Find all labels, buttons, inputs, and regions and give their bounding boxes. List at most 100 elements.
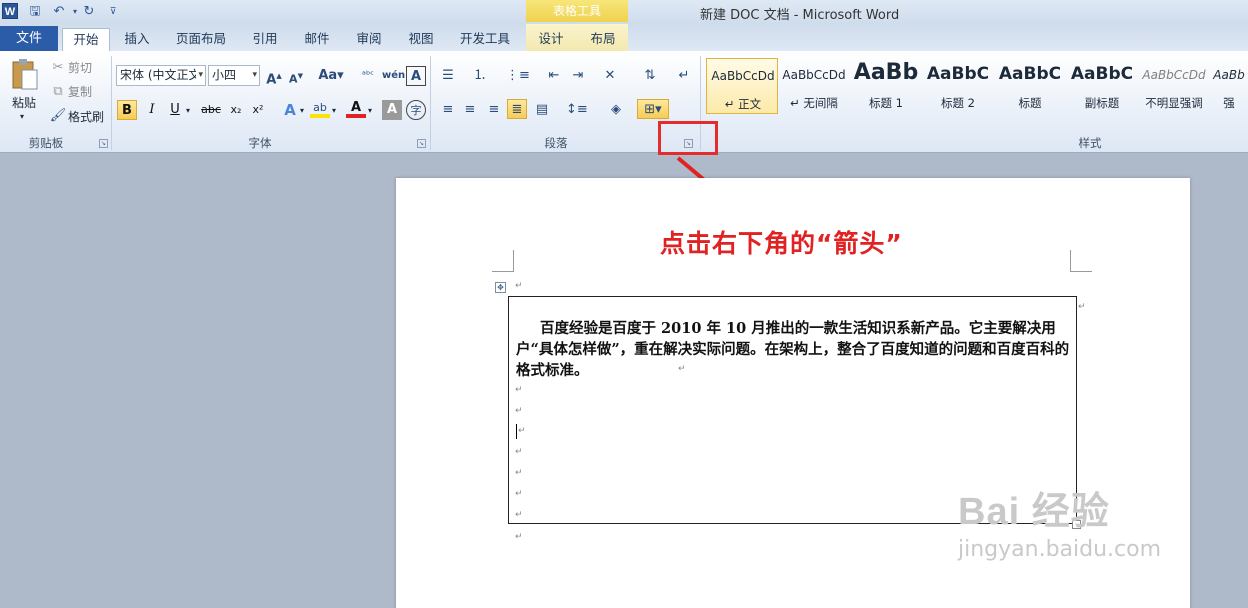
justify-icon[interactable]: ≣: [507, 99, 527, 119]
grow-font-icon[interactable]: A▲: [264, 66, 284, 87]
multilevel-list-icon[interactable]: ⋮≡: [506, 66, 530, 86]
format-painter-icon[interactable]: 🖌: [48, 106, 68, 126]
tab-references[interactable]: 引用: [244, 28, 286, 51]
redo-icon[interactable]: ↻: [80, 3, 98, 21]
table-move-handle-icon[interactable]: ✥: [495, 282, 506, 293]
font-color-dropdown-icon[interactable]: ▾: [368, 106, 372, 115]
character-border-icon[interactable]: A: [406, 66, 426, 86]
style-subtitle[interactable]: AaBbC 副标题: [1066, 58, 1138, 114]
tab-home[interactable]: 开始: [62, 28, 110, 51]
font-size-value: 小四: [212, 68, 237, 82]
distributed-icon[interactable]: ▤: [532, 100, 552, 120]
decrease-indent-icon[interactable]: ⇤: [544, 66, 564, 86]
paragraph-mark: ↵: [515, 489, 523, 499]
phonetic-guide-icon[interactable]: ᵃᵇᶜ: [358, 66, 378, 86]
copy-icon[interactable]: ⧉: [48, 82, 68, 102]
style-no-spacing[interactable]: AaBbCcDd ↵ 无间隔: [778, 58, 850, 114]
style-name: 不明显强调: [1145, 96, 1203, 110]
tab-design[interactable]: 设计: [530, 28, 572, 51]
underline-dropdown-icon[interactable]: ▾: [186, 106, 190, 115]
line-spacing-icon[interactable]: ↕≡: [566, 100, 588, 120]
bold-icon[interactable]: B: [117, 100, 137, 120]
highlight-dropdown-icon[interactable]: ▾: [332, 106, 336, 115]
word-app-icon[interactable]: W: [2, 3, 18, 19]
subscript-icon[interactable]: x₂: [226, 100, 246, 120]
paragraph-mark: ↵: [515, 406, 523, 416]
style-title[interactable]: AaBbC 标题: [994, 58, 1066, 114]
style-heading-2[interactable]: AaBbC 标题 2: [922, 58, 994, 114]
baidu-watermark: Bai 经验 jingyan.baidu.com: [958, 480, 1161, 562]
style-name: 标题 1: [869, 96, 903, 110]
increase-indent-icon[interactable]: ⇥: [568, 66, 588, 86]
font-family-value: 宋体 (中文正文: [120, 68, 196, 82]
customize-qat-icon[interactable]: ⊽: [104, 3, 122, 21]
font-size-select[interactable]: 小四 ▾: [208, 65, 260, 86]
format-painter-button[interactable]: 格式刷: [68, 108, 104, 126]
document-paragraph[interactable]: 百度经验是百度于 2010 年 10 月推出的一款生活知识系新产品。它主要解决用…: [516, 318, 1074, 381]
cut-icon[interactable]: ✂: [48, 58, 68, 78]
style-sample: AaBb: [853, 60, 919, 85]
tab-file[interactable]: 文件: [0, 26, 58, 51]
font-family-select[interactable]: 宋体 (中文正文 ▾: [116, 65, 206, 86]
style-heading-1[interactable]: AaBb 标题 1: [850, 58, 922, 114]
numbering-icon[interactable]: ⒈: [470, 66, 490, 86]
borders-icon[interactable]: ⊞▾: [637, 99, 669, 119]
window-title: 新建 DOC 文档 - Microsoft Word: [700, 8, 900, 23]
paragraph-mark: ↵: [678, 364, 686, 374]
change-case-icon[interactable]: Aa▾: [318, 66, 344, 86]
character-shading-icon[interactable]: A: [382, 100, 402, 120]
character-border-wen-icon[interactable]: wén: [382, 66, 405, 86]
page-margin-corner: [492, 250, 514, 272]
sort-icon[interactable]: ⇅: [640, 66, 660, 86]
text-effects-icon[interactable]: A: [280, 100, 300, 120]
tab-mailings[interactable]: 邮件: [296, 28, 338, 51]
paste-button[interactable]: 粘贴: [12, 94, 36, 112]
bullets-icon[interactable]: ☰: [438, 66, 458, 86]
style-name: ↵ 正文: [724, 97, 762, 111]
paragraph-group-label: 段落: [544, 136, 568, 150]
tab-view[interactable]: 视图: [400, 28, 442, 51]
shading-icon[interactable]: ◈: [606, 100, 626, 120]
italic-icon[interactable]: I: [142, 100, 162, 120]
font-group-label: 字体: [248, 136, 272, 150]
underline-icon[interactable]: U: [165, 100, 185, 120]
paragraph-mark: ↵: [515, 510, 523, 520]
chinese-layout-icon[interactable]: ✕: [600, 66, 620, 86]
paragraph-mark: ↵: [515, 532, 523, 542]
shrink-font-icon[interactable]: A▼: [286, 66, 306, 86]
page-margin-corner: [1070, 250, 1092, 272]
tab-review[interactable]: 审阅: [348, 28, 390, 51]
cut-button[interactable]: 剪切: [68, 59, 92, 77]
style-sample: AaBbCcDd: [711, 69, 775, 83]
paste-dropdown-icon[interactable]: ▾: [20, 112, 24, 121]
copy-button[interactable]: 复制: [68, 83, 92, 101]
save-icon[interactable]: 🖫: [26, 3, 44, 21]
style-sample: AaBbCcDd: [1142, 68, 1206, 82]
enclose-characters-icon[interactable]: 字: [406, 100, 426, 120]
align-left-icon[interactable]: ≡: [438, 100, 458, 120]
style-name: 标题 2: [941, 96, 975, 110]
paragraph-mark: ↵: [515, 385, 523, 395]
paste-icon[interactable]: [10, 58, 40, 92]
style-sample: AaBbC: [926, 64, 990, 84]
tab-layout[interactable]: 布局: [582, 28, 624, 51]
styles-group-label: 样式: [1078, 136, 1102, 150]
font-launcher-icon[interactable]: ↘: [417, 139, 426, 148]
paragraph-mark: ↵: [518, 426, 526, 436]
tab-insert[interactable]: 插入: [116, 28, 158, 51]
show-marks-icon[interactable]: ↵: [674, 66, 694, 86]
style-normal[interactable]: AaBbCcDd ↵ 正文: [706, 58, 778, 114]
text-effects-dropdown-icon[interactable]: ▾: [300, 106, 304, 115]
style-strong[interactable]: AaBb 强: [1210, 58, 1248, 114]
style-subtle-emphasis[interactable]: AaBbCcDd 不明显强调: [1138, 58, 1210, 114]
tab-page-layout[interactable]: 页面布局: [170, 28, 232, 51]
strikethrough-icon[interactable]: abc: [198, 100, 224, 120]
superscript-icon[interactable]: x²: [248, 100, 268, 120]
clipboard-launcher-icon[interactable]: ↘: [99, 139, 108, 148]
font-color-icon[interactable]: A: [346, 98, 366, 118]
tab-developer[interactable]: 开发工具: [454, 28, 516, 51]
highlight-color-icon[interactable]: ab: [310, 98, 330, 118]
annotation-highlight-box: [658, 121, 718, 155]
align-center-icon[interactable]: ≡: [460, 100, 480, 120]
align-right-icon[interactable]: ≡: [484, 100, 504, 120]
